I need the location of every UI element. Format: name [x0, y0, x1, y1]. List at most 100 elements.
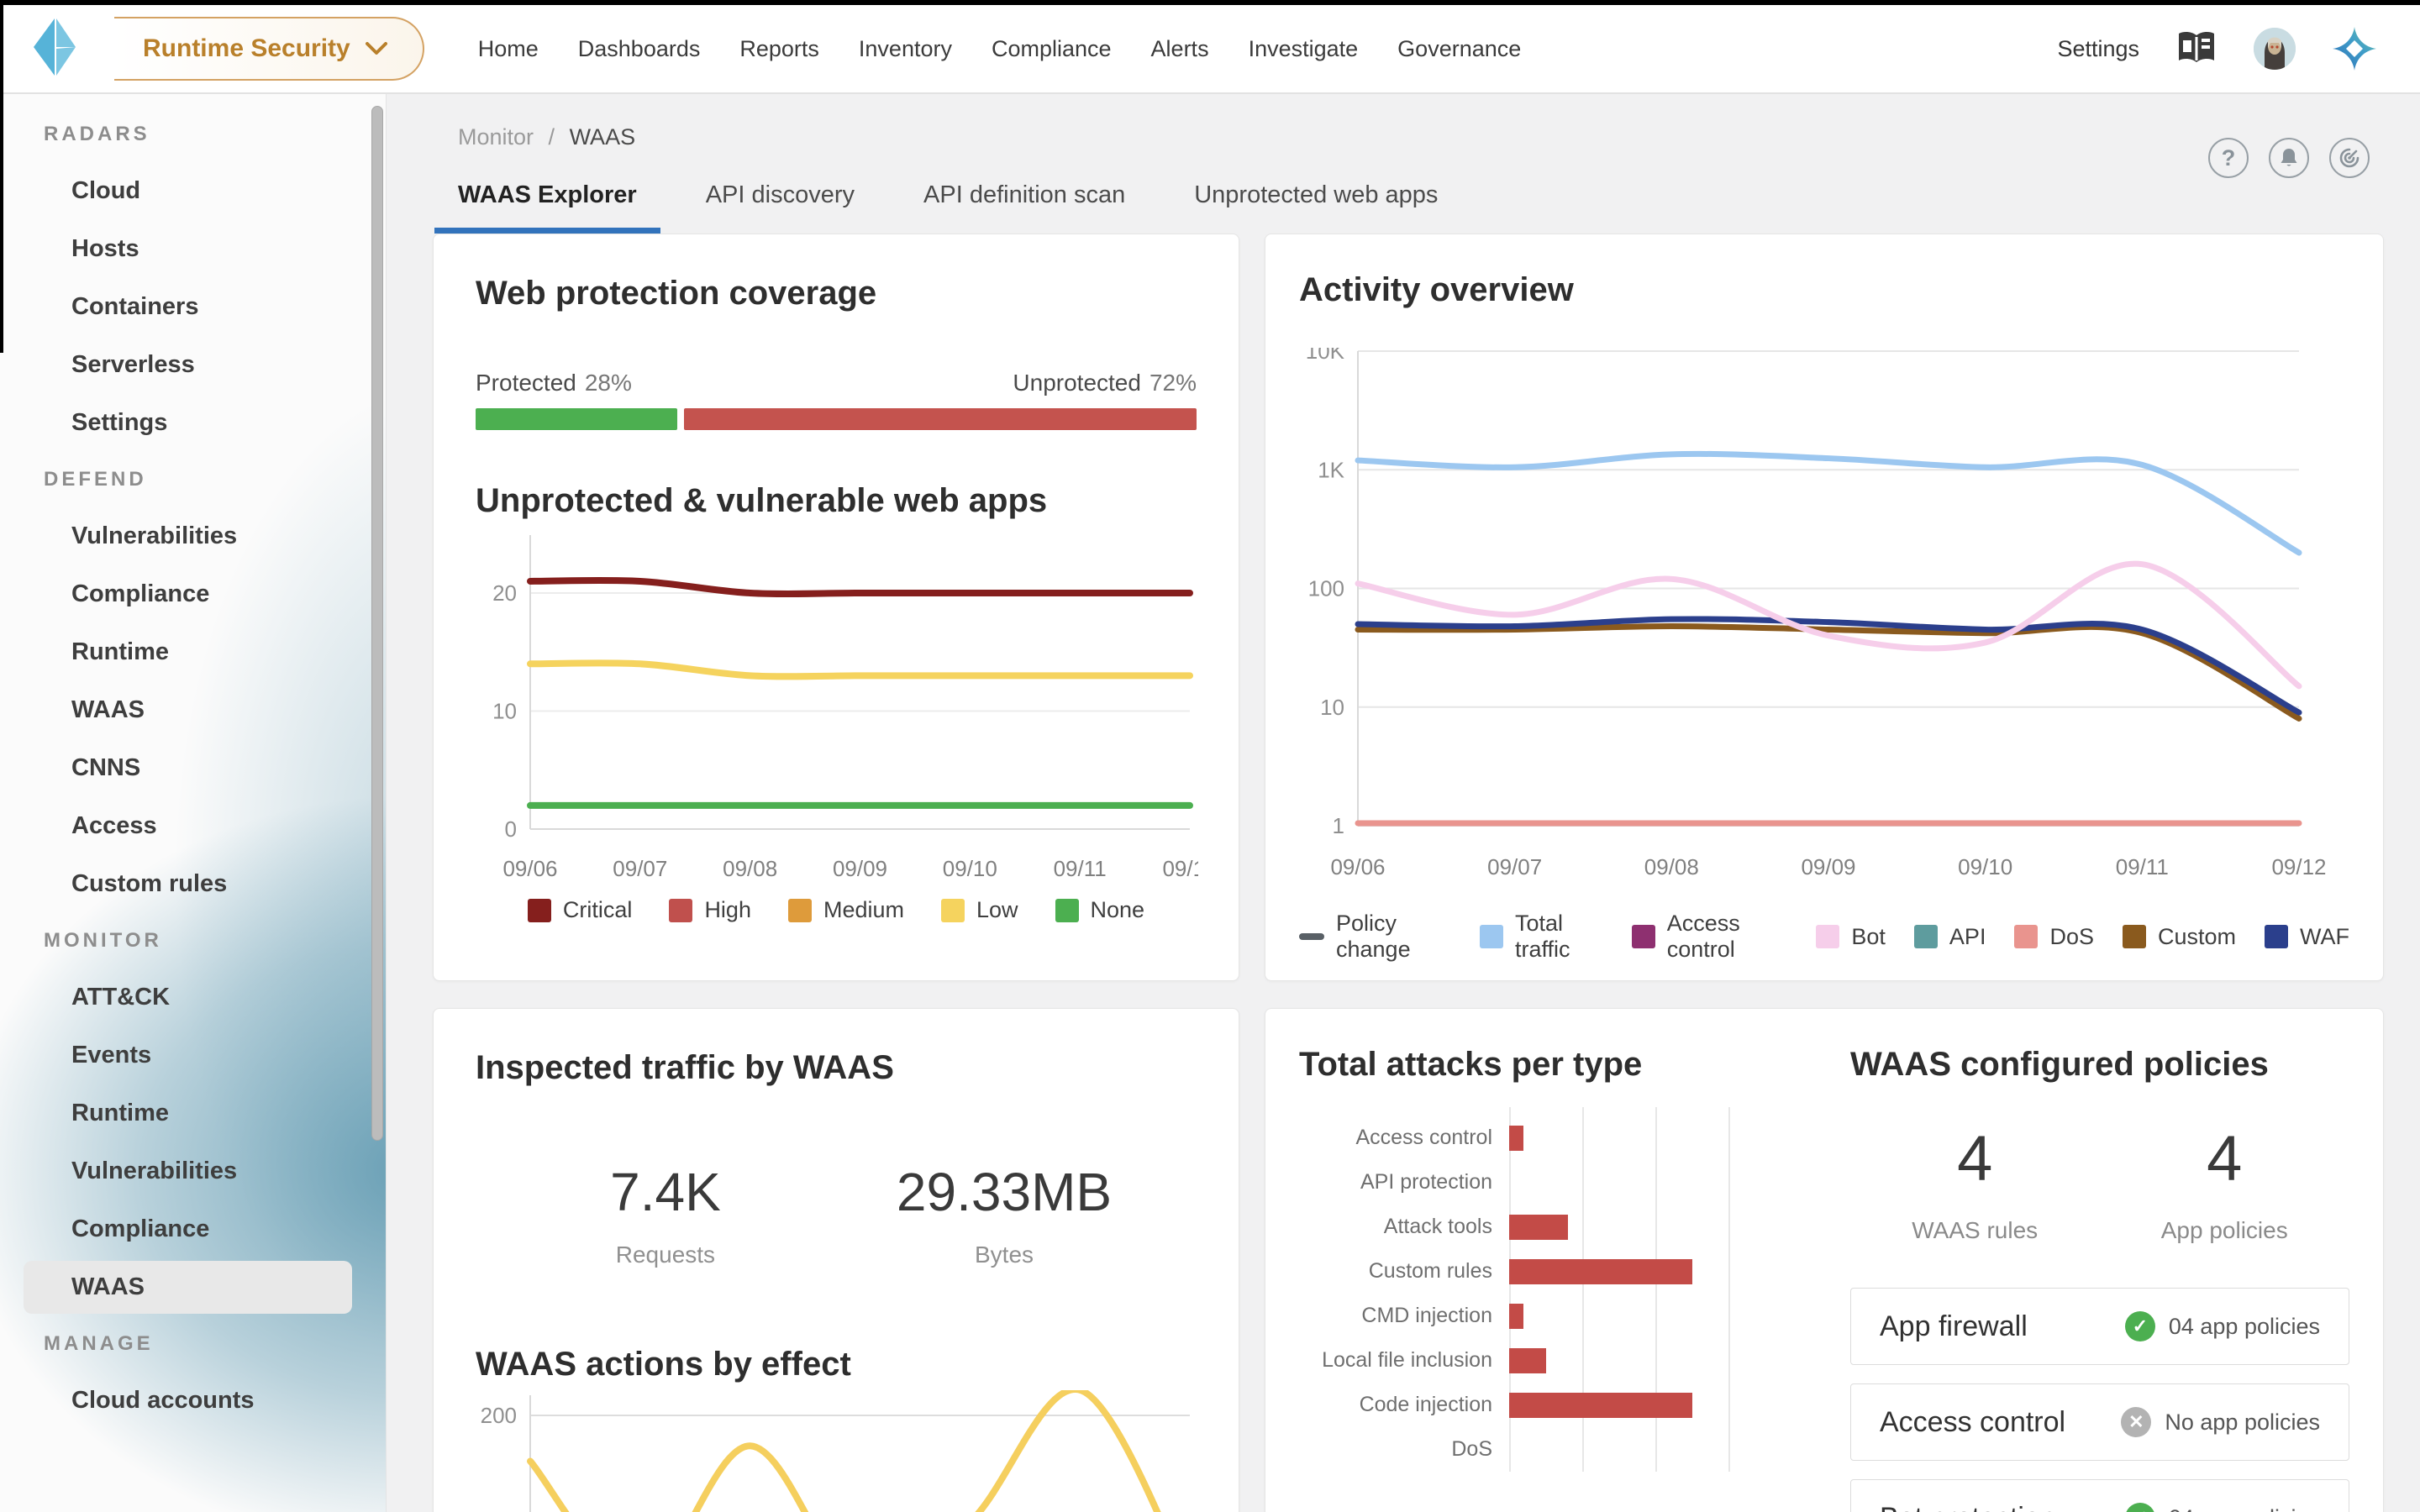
sidebar-item-radars-containers[interactable]: Containers: [24, 281, 352, 333]
tab-api-definition-scan[interactable]: API definition scan: [900, 181, 1149, 234]
unprotected-label: Unprotected72%: [1013, 370, 1197, 396]
sidebar-item-radars-serverless[interactable]: Serverless: [24, 339, 352, 391]
nav-item-home[interactable]: Home: [478, 36, 539, 62]
sidebar-item-monitor-vulnerabilities[interactable]: Vulnerabilities: [24, 1145, 352, 1198]
radar-glyph: [2338, 147, 2360, 169]
check-circle-icon: ✓: [2125, 1311, 2155, 1341]
sidebar-section-radars: RADARS: [0, 109, 386, 160]
sidebar-nav: RADARSCloudHostsContainers ServerlessSett…: [0, 109, 386, 1427]
sidebar-item-monitor-events[interactable]: Events: [24, 1029, 352, 1082]
sidebar-item-radars-cloud[interactable]: Cloud: [24, 165, 352, 218]
attack-bar-cmd-injection: [1509, 1304, 1523, 1329]
attack-label-custom-rules: Custom rules: [1299, 1259, 1509, 1284]
nav-item-investigate[interactable]: Investigate: [1249, 36, 1359, 62]
user-avatar[interactable]: [2254, 28, 2296, 70]
nav-item-dashboards[interactable]: Dashboards: [578, 36, 701, 62]
nav-item-alerts[interactable]: Alerts: [1151, 36, 1209, 62]
sidebar-item-defend-access[interactable]: Access: [24, 800, 352, 853]
svg-text:09/07: 09/07: [613, 856, 667, 881]
inspected-title: Inspected traffic by WAAS: [476, 1049, 1197, 1087]
legend-label-critical: Critical: [563, 897, 633, 923]
legend-label-policy-change: Policy change: [1336, 911, 1451, 963]
sidebar-item-defend-compliance[interactable]: Compliance: [24, 568, 352, 621]
legend-label-access-control: Access control: [1667, 911, 1788, 963]
sidebar-item-monitor-compliance[interactable]: Compliance: [24, 1203, 352, 1256]
sidebar-item-defend-cnns[interactable]: CNNS: [24, 742, 352, 795]
sidebar-scrollbar[interactable]: [371, 106, 383, 1141]
nav-item-compliance[interactable]: Compliance: [992, 36, 1112, 62]
sidebar-item-monitor-att-ck[interactable]: ATT&CK: [24, 971, 352, 1024]
policy-status-text-access-control: No app policies: [2165, 1410, 2320, 1436]
attack-row-custom-rules: Custom rules: [1299, 1249, 1820, 1294]
attack-track-api-protection: [1509, 1170, 1820, 1195]
attack-row-code-injection: Code injection: [1299, 1383, 1820, 1427]
attack-label-code-injection: Code injection: [1299, 1393, 1509, 1417]
attack-track-dos: [1509, 1437, 1820, 1462]
svg-text:09/09: 09/09: [833, 856, 887, 881]
radar-icon[interactable]: [2329, 138, 2370, 178]
sidebar-item-monitor-runtime[interactable]: Runtime: [24, 1087, 352, 1140]
documentation-book-icon[interactable]: [2176, 30, 2217, 67]
policy-status-text-bot-protection: 04 app policies: [2169, 1505, 2320, 1512]
attack-label-attack-tools: Attack tools: [1299, 1215, 1509, 1239]
svg-text:09/07: 09/07: [1487, 854, 1542, 879]
attack-track-cmd-injection: [1509, 1304, 1820, 1329]
sidebar-item-radars-hosts[interactable]: Hosts: [24, 223, 352, 276]
sidebar-item-monitor-waas[interactable]: WAAS: [24, 1261, 352, 1314]
policy-row-access-control[interactable]: Access control✕No app policies: [1850, 1383, 2349, 1461]
svg-text:09/06: 09/06: [502, 856, 557, 881]
product-switcher[interactable]: Runtime Security: [114, 17, 424, 81]
bell-icon[interactable]: [2269, 138, 2309, 178]
policy-row-bot-protection[interactable]: Bot protection✓04 app policies: [1850, 1479, 2349, 1512]
actions-chart-title: WAAS actions by effect: [476, 1346, 1197, 1383]
help-icon[interactable]: ?: [2208, 138, 2249, 178]
legend-swatch-access-control: [1632, 925, 1655, 948]
webapps-chart-title: Unprotected & vulnerable web apps: [476, 482, 1197, 520]
policy-row-app-firewall[interactable]: App firewall ✓ 04 app policies: [1850, 1288, 2349, 1365]
attack-track-access-control: [1509, 1126, 1820, 1151]
stat-bytes: 29.33MB Bytes: [897, 1161, 1112, 1268]
policy-rows: App firewall ✓ 04 app policies Access contr…: [1850, 1288, 2349, 1512]
svg-text:20: 20: [492, 580, 517, 606]
breadcrumb: Monitor / WAAS: [458, 124, 635, 150]
legend-label-total-traffic: Total traffic: [1515, 911, 1603, 963]
tab-unprotected-web-apps[interactable]: Unprotected web apps: [1171, 181, 1461, 234]
nav-item-governance[interactable]: Governance: [1397, 36, 1521, 62]
policy-status-text-app-firewall: 04 app policies: [2169, 1314, 2320, 1340]
sidebar-item-defend-custom-rules[interactable]: Custom rules: [24, 858, 352, 911]
policy-name-access-control: Access control: [1880, 1406, 2065, 1439]
sidebar-item-defend-waas[interactable]: WAAS: [24, 684, 352, 737]
policy-name-bot-protection: Bot protection: [1880, 1502, 2056, 1512]
sidebar-item-radars-settings[interactable]: Settings: [24, 396, 352, 449]
webapps-legend: CriticalHighMediumLowNone: [476, 897, 1197, 923]
svg-text:1: 1: [1333, 813, 1344, 838]
tab-api-discovery[interactable]: API discovery: [682, 181, 878, 234]
tab-waas-explorer[interactable]: WAAS Explorer: [434, 181, 660, 234]
sidebar-section-manage: MANAGE: [0, 1319, 386, 1369]
svg-text:10: 10: [492, 699, 517, 724]
breadcrumb-parent[interactable]: Monitor: [458, 124, 534, 150]
svg-text:0: 0: [505, 816, 517, 842]
series-low: [530, 663, 1190, 676]
svg-text:10: 10: [1320, 695, 1344, 720]
series-critical: [530, 580, 1190, 594]
series-custom: [1358, 627, 2299, 719]
sidebar-item-defend-runtime[interactable]: Runtime: [24, 626, 352, 679]
avatar-image: [2254, 28, 2296, 70]
sidebar-item-defend-vulnerabilities[interactable]: Vulnerabilities: [24, 510, 352, 563]
nav-item-inventory[interactable]: Inventory: [859, 36, 952, 62]
card-inspected-traffic: Inspected traffic by WAAS 7.4K Requests …: [433, 1008, 1239, 1512]
svg-text:09/12: 09/12: [2271, 854, 2326, 879]
settings-link[interactable]: Settings: [2057, 36, 2139, 62]
prisma-star-icon[interactable]: [2333, 27, 2376, 71]
breadcrumb-separator: /: [549, 124, 555, 150]
legend-swatch-high: [669, 899, 692, 922]
sidebar-item-manage-cloud-accounts[interactable]: Cloud accounts: [24, 1374, 352, 1427]
legend-item-critical: Critical: [528, 897, 633, 923]
app-logo-icon[interactable]: [30, 13, 79, 84]
bell-glyph: [2278, 147, 2300, 169]
nav-item-reports[interactable]: Reports: [739, 36, 819, 62]
attacks-bar-chart: Access controlAPI protectionAttack tools…: [1299, 1116, 1820, 1472]
policy-name-app-firewall: App firewall: [1880, 1310, 2028, 1343]
legend-label-api: API: [1949, 924, 1986, 950]
